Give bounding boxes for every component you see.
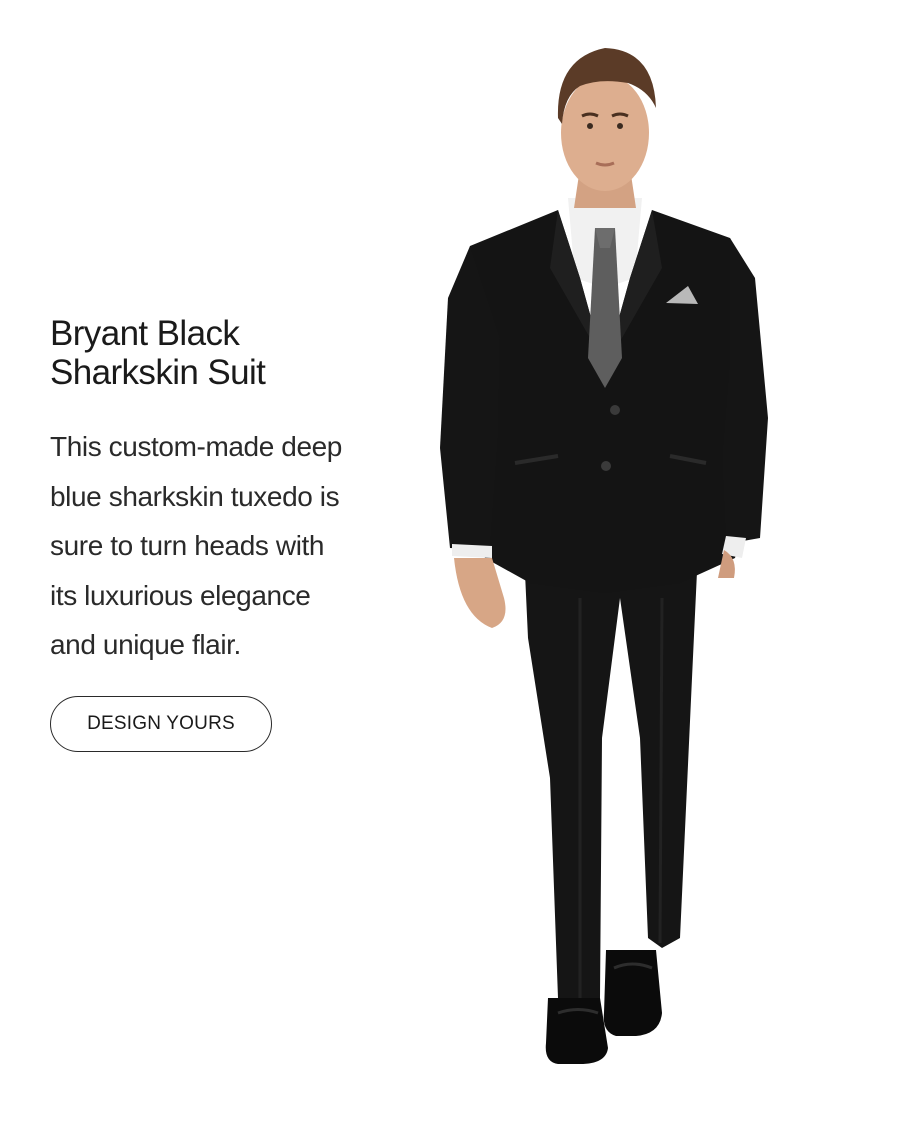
product-description: This custom-made deep blue sharkskin tux… [50, 431, 342, 660]
jacket-button-bottom [601, 461, 611, 471]
product-hero: Bryant Black Sharkskin Suit This custom-… [0, 0, 911, 1121]
product-title: Bryant Black Sharkskin Suit [50, 314, 266, 392]
face [561, 75, 649, 191]
jacket-button-top [610, 405, 620, 415]
left-hand [454, 558, 506, 628]
suit-model-illustration [440, 48, 768, 1064]
design-yours-button[interactable]: DESIGN YOURS [50, 695, 272, 752]
product-image [430, 38, 790, 1068]
left-shoe [545, 998, 608, 1064]
product-info: Bryant Black Sharkskin Suit This custom-… [50, 314, 370, 752]
